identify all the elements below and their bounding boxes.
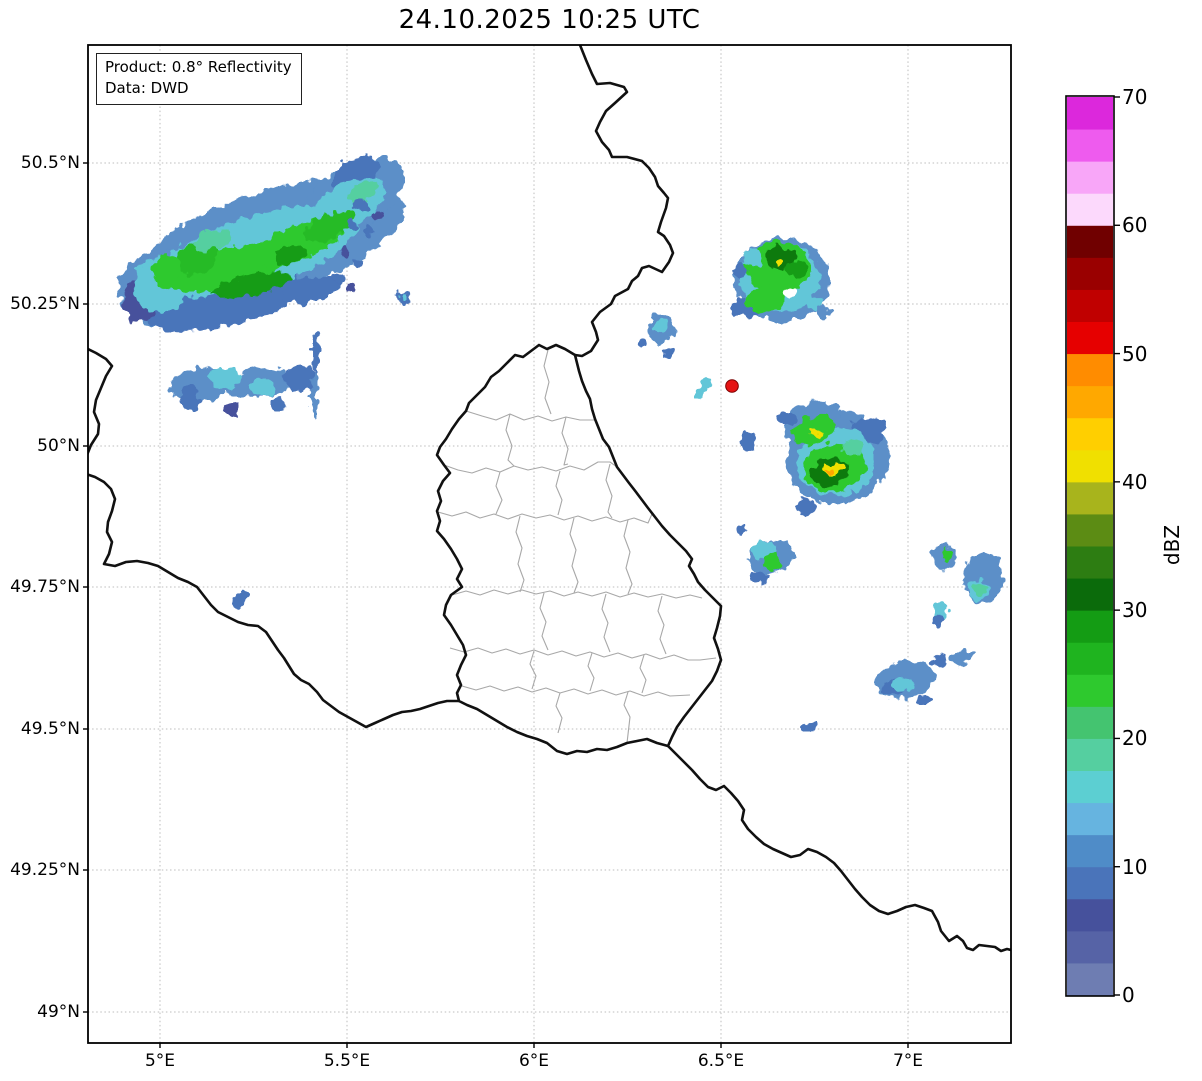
x-tick-label: 6°E <box>518 1051 550 1071</box>
colorbar-tick-label: 20 <box>1122 726 1148 751</box>
x-tick-label: 7°E <box>892 1051 924 1071</box>
colorbar-tick-label: 60 <box>1122 213 1148 238</box>
y-tick-label: 50.5°N <box>20 153 80 173</box>
x-tick-label: 5°E <box>144 1051 176 1071</box>
product-info-line: Product: 0.8° Reflectivity <box>105 58 292 76</box>
y-tick-label: 49°N <box>37 1002 80 1022</box>
country-borders <box>88 45 1011 953</box>
y-tick-label: 50.25°N <box>10 294 80 314</box>
axes-frame <box>87 44 1012 1044</box>
x-tick-label: 6.5°E <box>697 1051 745 1071</box>
y-tick-label: 49.25°N <box>10 860 80 880</box>
colorbar-tick-label: 50 <box>1122 341 1148 366</box>
y-tick-label: 49.5°N <box>20 719 80 739</box>
x-tick-label: 5.5°E <box>323 1051 371 1071</box>
map-canvas <box>83 44 1120 1048</box>
colorbar-tick-label: 40 <box>1122 469 1148 494</box>
product-info-box: Product: 0.8° Reflectivity Data: DWD <box>96 53 302 105</box>
colorbar-tick-label: 30 <box>1122 598 1148 623</box>
radar-echoes <box>118 155 1003 732</box>
radar-site-marker <box>725 379 739 393</box>
radar-figure: 24.10.2025 10:25 UTC Product: 0.8° Refle… <box>0 0 1202 1081</box>
colorbar-tick-label: 10 <box>1122 854 1148 879</box>
data-source-line: Data: DWD <box>105 79 189 98</box>
region-borders <box>437 349 717 744</box>
y-tick-label: 50°N <box>37 436 80 456</box>
y-tick-label: 49.75°N <box>10 577 80 597</box>
colorbar-tick-label: 70 <box>1122 85 1148 109</box>
colorbar-unit-label: dBZ <box>1160 524 1184 566</box>
graticule <box>88 45 1011 1043</box>
colorbar-tick-label: 0 <box>1122 983 1135 1007</box>
colorbar <box>1065 95 1120 997</box>
plot-title: 24.10.2025 10:25 UTC <box>398 5 701 35</box>
